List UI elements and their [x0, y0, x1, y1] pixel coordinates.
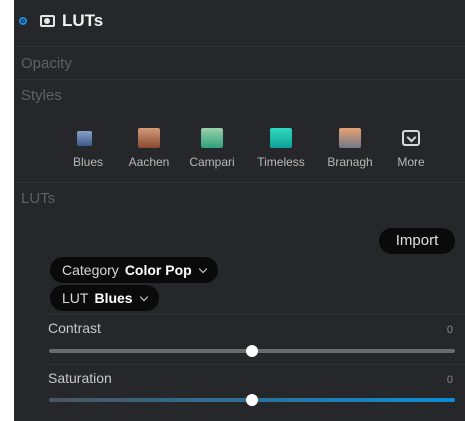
- luts-label: LUTs: [21, 190, 56, 207]
- style-label: Aachen: [128, 155, 170, 169]
- divider: [14, 79, 465, 80]
- contrast-label: Contrast: [48, 320, 101, 336]
- style-label: Campari: [189, 155, 235, 169]
- panel-header[interactable]: LUTs: [14, 0, 465, 46]
- contrast-slider-thumb[interactable]: [246, 345, 258, 357]
- import-button[interactable]: Import: [379, 228, 455, 254]
- lut-value: Blues: [94, 290, 133, 306]
- timeless-swatch: [270, 128, 292, 148]
- campari-swatch: [201, 128, 223, 148]
- divider: [48, 314, 465, 315]
- category-dropdown[interactable]: Category Color Pop: [50, 257, 218, 283]
- camera-icon: [40, 15, 55, 27]
- chevron-down-icon: [139, 292, 148, 302]
- category-label: Category: [62, 262, 119, 278]
- style-campari[interactable]: Campari: [182, 128, 242, 172]
- saturation-slider-thumb[interactable]: [246, 394, 258, 406]
- style-label: Blues: [72, 155, 104, 169]
- style-blues[interactable]: Blues: [58, 128, 118, 172]
- style-more[interactable]: More: [381, 128, 441, 172]
- enable-radio-icon[interactable]: [19, 17, 27, 25]
- branagh-swatch: [339, 128, 361, 148]
- style-timeless[interactable]: Timeless: [251, 128, 311, 172]
- luts-panel: LUTs Opacity Styles Blues Aachen Campari…: [14, 0, 465, 421]
- aachen-swatch: [138, 128, 160, 148]
- divider: [14, 46, 465, 47]
- panel-title: LUTs: [62, 11, 104, 30]
- saturation-value: 0: [446, 374, 453, 386]
- styles-label: Styles: [21, 87, 62, 104]
- category-value: Color Pop: [124, 262, 192, 278]
- contrast-value: 0: [446, 324, 453, 336]
- chevron-down-box-icon: [402, 130, 420, 146]
- chevron-down-icon: [198, 264, 207, 274]
- style-label: Branagh: [327, 155, 373, 169]
- divider: [48, 364, 465, 365]
- saturation-label: Saturation: [48, 370, 112, 386]
- blues-swatch: [77, 131, 92, 146]
- divider: [14, 182, 465, 183]
- lut-label: LUT: [62, 290, 89, 306]
- style-label: More: [397, 155, 425, 169]
- opacity-label[interactable]: Opacity: [21, 55, 72, 72]
- style-branagh[interactable]: Branagh: [320, 128, 380, 172]
- style-label: Timeless: [257, 155, 305, 169]
- lut-dropdown[interactable]: LUT Blues: [50, 285, 159, 311]
- style-aachen[interactable]: Aachen: [119, 128, 179, 172]
